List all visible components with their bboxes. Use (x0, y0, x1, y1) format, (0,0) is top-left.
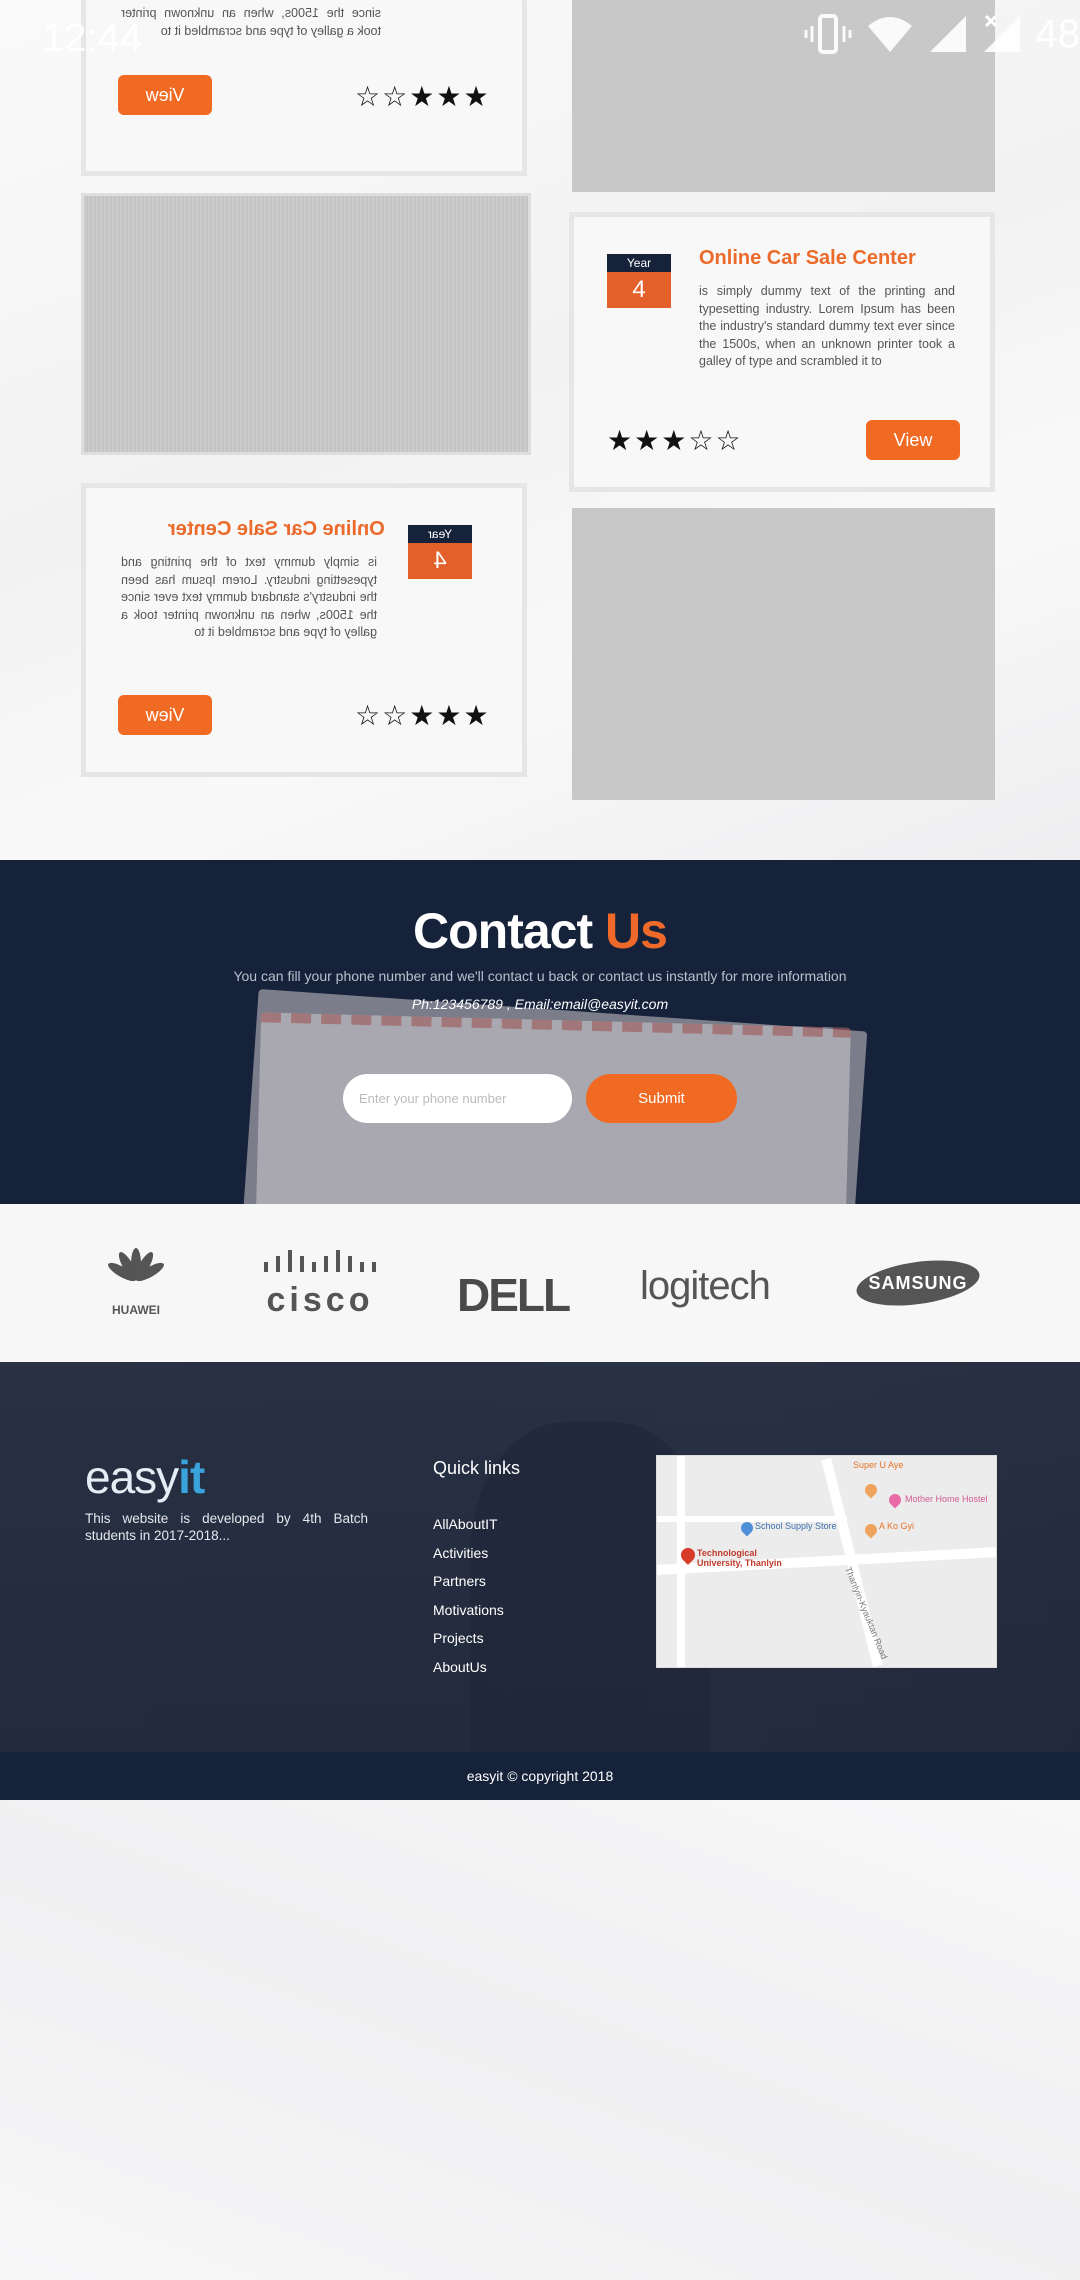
star-filled-icon: ★ (661, 425, 687, 456)
brand-main: easy (85, 1451, 179, 1503)
card-description: since the 1500s, when an unknown printer… (121, 6, 381, 38)
star-empty-icon: ☆ (715, 425, 741, 456)
view-button[interactable]: View (118, 75, 212, 115)
contact-title: Contact Us (0, 902, 1080, 960)
star-empty-icon: ☆ (688, 425, 714, 456)
map-road (677, 1456, 685, 1667)
cisco-name: cisco (266, 1281, 374, 1319)
star-filled-icon: ★ (463, 700, 489, 731)
map-pin-store (738, 1519, 756, 1537)
huawei-logo: HUAWEI (104, 1248, 168, 1317)
phone-input[interactable] (343, 1074, 572, 1123)
map-label-road: Thanlyin-Kyauktan Road (843, 1565, 890, 1661)
huawei-icon (108, 1248, 164, 1282)
contact-description: You can fill your phone number and we'll… (233, 968, 847, 984)
contact-title-main: Contact (413, 903, 593, 959)
quick-link-projects[interactable]: Projects (433, 1624, 504, 1653)
quick-link-motivations[interactable]: Motivations (433, 1596, 504, 1625)
contact-section: Contact Us You can fill your phone numbe… (0, 860, 1080, 1204)
quick-links-title: Quick links (433, 1458, 521, 1478)
view-button[interactable]: View (118, 695, 212, 735)
partners-section: HUAWEI cisco DELL logitech SAMSUNG (0, 1204, 1080, 1362)
dell-logo: DELL (457, 1268, 571, 1322)
star-empty-icon: ☆ (355, 81, 381, 112)
location-map[interactable]: Super U Aye Mother Home Hostel School Su… (656, 1455, 997, 1668)
project-card: Year 4 Online Car Sale Center is simply … (81, 483, 527, 777)
map-label-store: School Supply Store (755, 1521, 837, 1531)
year-badge: Year 4 (607, 254, 671, 308)
samsung-name: SAMSUNG (868, 1273, 968, 1293)
cisco-logo: cisco (262, 1248, 378, 1317)
cisco-bars-icon (264, 1250, 376, 1272)
year-label: Year (607, 254, 671, 272)
year-label: Year (408, 525, 472, 543)
view-button[interactable]: View (866, 420, 960, 460)
rating-stars: ☆ ☆ ★ ★ ★ (355, 83, 489, 111)
star-empty-icon: ☆ (382, 700, 408, 731)
card-title: Online Car Sale Center (699, 247, 916, 269)
footer-brand-logo: easyit (85, 1450, 205, 1504)
map-pin-ko-gyi (862, 1521, 880, 1539)
star-empty-icon: ☆ (355, 700, 381, 731)
contact-title-accent: Us (605, 903, 668, 959)
logitech-name: logitech (640, 1264, 771, 1308)
dell-name: DELL (457, 1269, 571, 1321)
star-filled-icon: ★ (436, 81, 462, 112)
map-label-university: Technological University, Thanlyin (697, 1548, 782, 1568)
project-image-placeholder (572, 508, 995, 800)
rating-stars: ☆ ☆ ★ ★ ★ (355, 702, 489, 730)
footer-description: This website is developed by 4th Batch s… (85, 1511, 368, 1543)
map-label-super-u: Super U Aye (853, 1460, 904, 1470)
map-pin-super-u (862, 1481, 880, 1499)
footer: easyit This website is developed by 4th … (0, 1362, 1080, 1752)
star-filled-icon: ★ (436, 700, 462, 731)
quick-link-partners[interactable]: Partners (433, 1567, 504, 1596)
map-label-ko-gyi: A Ko Gyi (879, 1521, 915, 1531)
rating-stars: ★ ★ ★ ☆ ☆ (607, 427, 741, 455)
star-filled-icon: ★ (634, 425, 660, 456)
star-filled-icon: ★ (409, 700, 435, 731)
year-number: 4 (408, 543, 472, 579)
project-card: since the 1500s, when an unknown printer… (81, 0, 527, 176)
year-badge: Year 4 (408, 525, 472, 579)
project-image-placeholder (572, 0, 995, 192)
huawei-name: HUAWEI (112, 1303, 160, 1317)
project-card: Year 4 Online Car Sale Center is simply … (569, 212, 995, 492)
quick-link-activities[interactable]: Activities (433, 1539, 504, 1568)
star-filled-icon: ★ (409, 81, 435, 112)
quick-links-list: AllAboutIT Activities Partners Motivatio… (433, 1510, 504, 1681)
card-description: is simply dummy text of the printing and… (699, 284, 955, 368)
samsung-logo: SAMSUNG (853, 1253, 983, 1313)
project-image-placeholder (81, 193, 531, 455)
star-filled-icon: ★ (607, 425, 633, 456)
contact-info: Ph:123456789 , Email:email@easyit.com (411, 996, 669, 1012)
logitech-logo: logitech (640, 1264, 771, 1309)
year-number: 4 (607, 272, 671, 308)
copyright-bar: easyit © copyright 2018 (0, 1752, 1080, 1800)
map-pin-hostel (886, 1491, 904, 1509)
quick-link-allaboutit[interactable]: AllAboutIT (433, 1510, 504, 1539)
card-title: Online Car Sale Center (168, 518, 385, 540)
card-description: is simply dummy text of the printing and… (121, 555, 377, 639)
quick-link-aboutus[interactable]: AboutUs (433, 1653, 504, 1682)
brand-accent: it (178, 1451, 205, 1503)
star-filled-icon: ★ (463, 81, 489, 112)
map-label-hostel: Mother Home Hostel (905, 1494, 988, 1504)
background-shape-lower (0, 1800, 1080, 2280)
star-empty-icon: ☆ (382, 81, 408, 112)
submit-button[interactable]: Submit (586, 1074, 737, 1123)
